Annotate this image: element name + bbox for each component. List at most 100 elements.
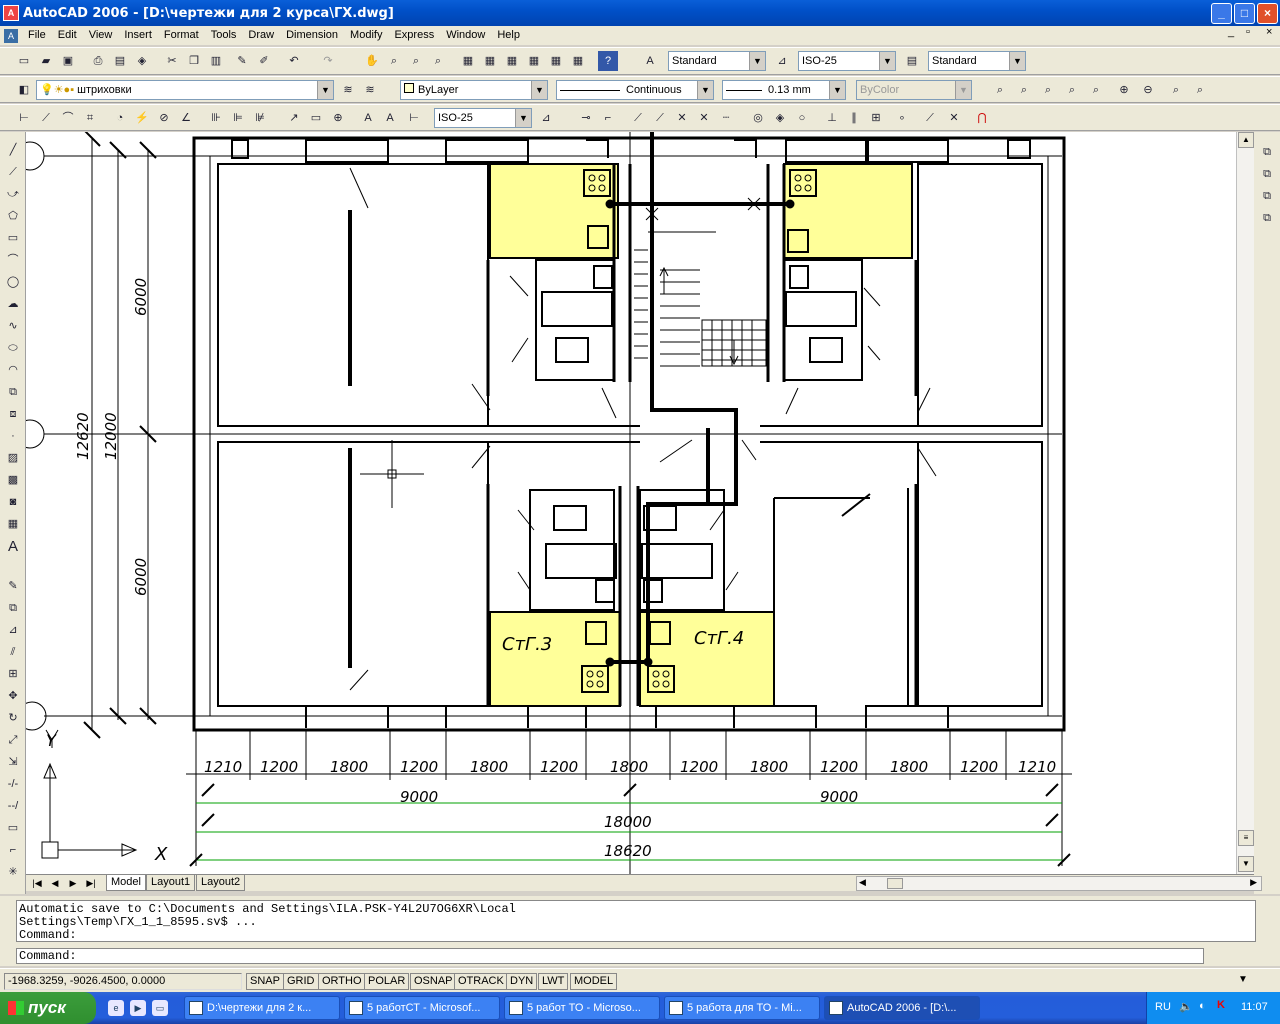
break-icon[interactable]: ▭ [3, 818, 23, 838]
text-style-combo[interactable]: Standard ▼ [668, 51, 766, 71]
first-tab-icon[interactable]: |◀ [30, 876, 44, 890]
menu-edit[interactable]: Edit [52, 26, 83, 45]
zoom-icon[interactable]: ⌕ [990, 80, 1010, 100]
snap-perpendicular-icon[interactable]: ⊥ [822, 108, 842, 128]
zoom-in-icon[interactable]: ⊕ [1114, 80, 1134, 100]
open-icon[interactable]: ▰ [36, 51, 56, 71]
dim-text-edit-icon[interactable]: A [380, 108, 400, 128]
block-editor-icon[interactable]: ✐ [254, 51, 274, 71]
save-icon[interactable]: ▣ [58, 51, 78, 71]
menu-file[interactable]: File [22, 26, 52, 45]
doc-close-icon[interactable]: × [1266, 26, 1272, 38]
toggle-otrack[interactable]: OTRACK [454, 973, 508, 990]
bring-to-front-icon[interactable]: ⧉ [1257, 142, 1277, 162]
redo-icon[interactable]: ↷ [318, 51, 338, 71]
snap-node-icon[interactable]: ∘ [892, 108, 912, 128]
dim-edit-icon[interactable]: A [358, 108, 378, 128]
scroll-right-icon[interactable]: ▶ [1250, 877, 1257, 888]
table-icon[interactable]: ▦ [3, 514, 23, 534]
new-icon[interactable]: ▭ [14, 51, 34, 71]
copy-object-icon[interactable]: ⧉ [3, 598, 23, 618]
zoom-realtime-icon[interactable]: ⌕ [384, 51, 404, 71]
jogged-icon[interactable]: ⚡ [132, 108, 152, 128]
snap-apparent-icon[interactable]: ✕ [672, 108, 692, 128]
chevron-down-icon[interactable]: ▼ [879, 52, 895, 70]
tolerance-icon[interactable]: ▭ [306, 108, 326, 128]
region-icon[interactable]: ◙ [3, 492, 23, 512]
multiline-text-icon[interactable]: A [3, 536, 23, 556]
pan-icon[interactable]: ✋ [362, 51, 382, 71]
scroll-left-icon[interactable]: ◀ [859, 877, 866, 888]
volume-icon[interactable]: 🔈 [1179, 1000, 1193, 1013]
insert-block-icon[interactable]: ⧉ [3, 382, 23, 402]
dim-style-icon[interactable]: ⊿ [772, 51, 792, 71]
toggle-polar[interactable]: POLAR [364, 973, 410, 990]
close-button[interactable]: × [1257, 3, 1278, 24]
ellipse-icon[interactable]: ⬭ [3, 338, 23, 358]
chevron-down-icon[interactable]: ▼ [829, 81, 845, 99]
next-tab-icon[interactable]: ▶ [66, 876, 80, 890]
document-icon[interactable]: A [4, 28, 18, 43]
menu-help[interactable]: Help [491, 26, 526, 45]
chevron-down-icon[interactable]: ▼ [697, 81, 713, 99]
construction-line-icon[interactable]: ⟋ [3, 162, 23, 182]
quicklaunch-ie-icon[interactable]: e [108, 1000, 124, 1016]
tab-layout2[interactable]: Layout2 [196, 875, 246, 891]
command-input[interactable]: Command: [16, 948, 1204, 964]
taskbar-item-word-1[interactable]: 5 работСТ - Microsof... [344, 996, 500, 1020]
toggle-grid[interactable]: GRID [283, 973, 319, 990]
network-icon[interactable]: ◐ [1199, 1000, 1206, 1012]
line-icon[interactable]: ╱ [3, 140, 23, 160]
publish-icon[interactable]: ◈ [132, 51, 152, 71]
chevron-down-icon[interactable]: ▼ [515, 109, 531, 127]
snap-insert-icon[interactable]: ⊞ [866, 108, 886, 128]
chamfer-icon[interactable]: ⌐ [3, 840, 23, 860]
menu-express[interactable]: Express [388, 26, 440, 45]
text-style-icon[interactable]: A [640, 51, 660, 71]
scroll-thumb[interactable]: ≡ [1238, 830, 1254, 846]
coordinate-readout[interactable]: -1968.3259, -9026.4500, 0.0000 [4, 973, 242, 990]
snap-center-icon[interactable]: ◎ [748, 108, 768, 128]
zoom-previous-icon[interactable]: ⌕ [428, 51, 448, 71]
scroll-down-icon[interactable]: ▼ [1238, 856, 1254, 872]
undo-icon[interactable]: ↶ [284, 51, 304, 71]
arc-length-icon[interactable]: ⌒ [58, 108, 78, 128]
array-icon[interactable]: ⊞ [3, 664, 23, 684]
chevron-down-icon[interactable]: ▼ [531, 81, 547, 99]
copy-icon[interactable]: ❐ [184, 51, 204, 71]
layer-combo[interactable]: 💡☀●▪ штриховки ▼ [36, 80, 334, 100]
menu-modify[interactable]: Modify [344, 26, 388, 45]
mirror-icon[interactable]: ⊿ [3, 620, 23, 640]
diameter-icon[interactable]: ⊘ [154, 108, 174, 128]
gradient-icon[interactable]: ▩ [3, 470, 23, 490]
baseline-icon[interactable]: ⊫ [228, 108, 248, 128]
stretch-icon[interactable]: ⇲ [3, 752, 23, 772]
last-tab-icon[interactable]: ▶| [84, 876, 98, 890]
zoom-icon[interactable]: ⌕ [1086, 80, 1106, 100]
snap-none-icon[interactable]: ✕ [944, 108, 964, 128]
snap-parallel-icon[interactable]: ∥ [844, 108, 864, 128]
rotate-icon[interactable]: ↻ [3, 708, 23, 728]
table-style-combo[interactable]: Standard ▼ [928, 51, 1026, 71]
layer-previous-icon[interactable]: ≋ [360, 80, 380, 100]
zoom-window-icon[interactable]: ⌕ [406, 51, 426, 71]
layer-manager-icon[interactable]: ◧ [14, 80, 34, 100]
properties-icon[interactable]: ▦ [458, 51, 478, 71]
ordinate-icon[interactable]: ⌗ [80, 108, 100, 128]
center-mark-icon[interactable]: ⊕ [328, 108, 348, 128]
help-icon[interactable]: ? [598, 51, 618, 71]
linear-dim-icon[interactable]: ⊢ [14, 108, 34, 128]
cut-icon[interactable]: ✂ [162, 51, 182, 71]
taskbar-item-word-3[interactable]: 5 работа для ТО - Mi... [664, 996, 820, 1020]
linetype-combo[interactable]: Continuous ▼ [556, 80, 714, 100]
plot-icon[interactable]: ⎙ [88, 51, 108, 71]
zoom-icon[interactable]: ⌕ [1062, 80, 1082, 100]
chevron-down-icon[interactable]: ▼ [317, 81, 333, 99]
toggle-dyn[interactable]: DYN [506, 973, 538, 990]
revision-cloud-icon[interactable]: ☁ [3, 294, 23, 314]
arc-icon[interactable]: ⌒ [3, 250, 23, 270]
plot-preview-icon[interactable]: ▤ [110, 51, 130, 71]
spline-icon[interactable]: ∿ [3, 316, 23, 336]
make-current-layer-icon[interactable]: ≋ [338, 80, 358, 100]
extend-icon[interactable]: --/ [3, 796, 23, 816]
